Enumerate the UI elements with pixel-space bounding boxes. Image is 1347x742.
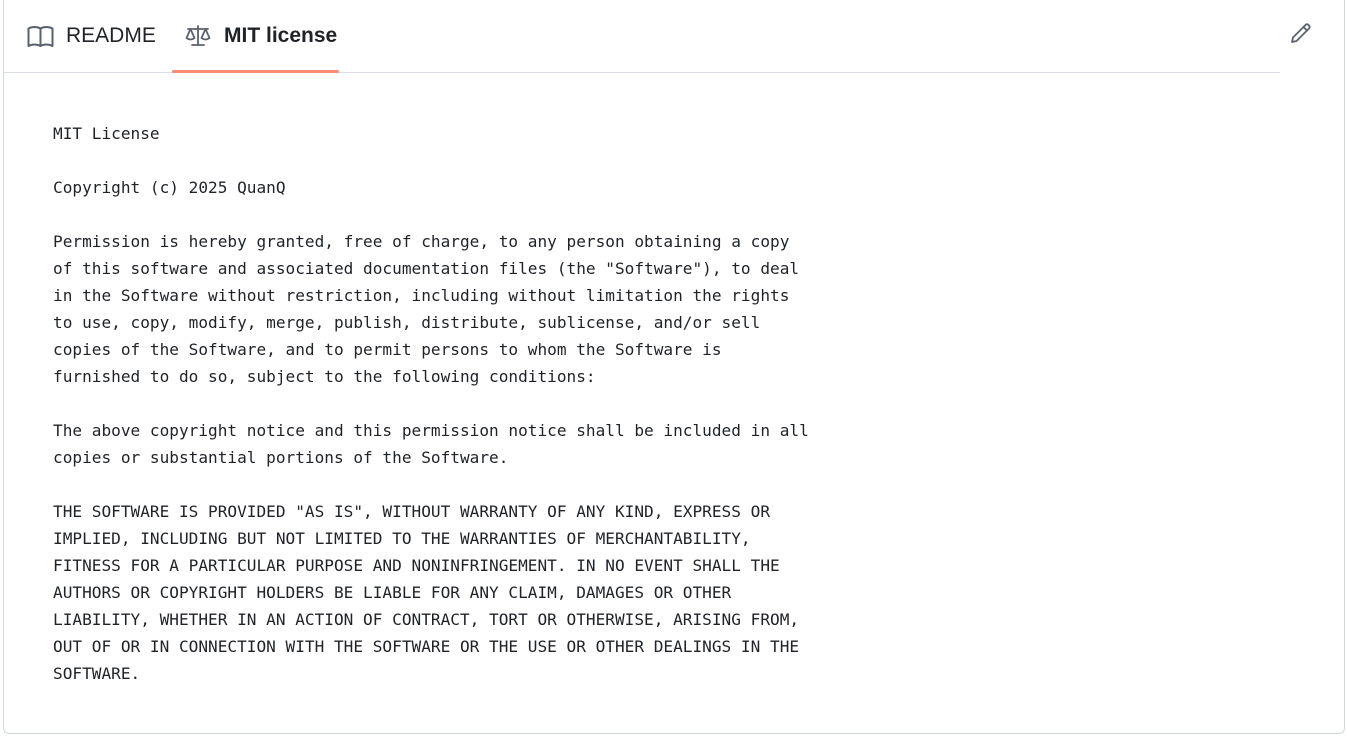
tab-readme-label: README <box>66 24 156 47</box>
active-tab-underline <box>172 70 339 73</box>
tab-mit-license-label: MIT license <box>224 24 338 47</box>
tab-bar: README MIT license <box>4 0 1280 73</box>
tab-mit-license[interactable]: MIT license <box>172 0 339 73</box>
license-text: MIT License Copyright (c) 2025 QuanQ Per… <box>53 124 809 683</box>
license-panel: README MIT license MIT License Copyright… <box>3 0 1345 734</box>
pencil-icon <box>1289 21 1313 50</box>
law-icon <box>184 22 212 50</box>
tab-readme[interactable]: README <box>26 0 156 72</box>
edit-file-button[interactable] <box>1286 20 1316 50</box>
book-icon <box>26 22 54 50</box>
